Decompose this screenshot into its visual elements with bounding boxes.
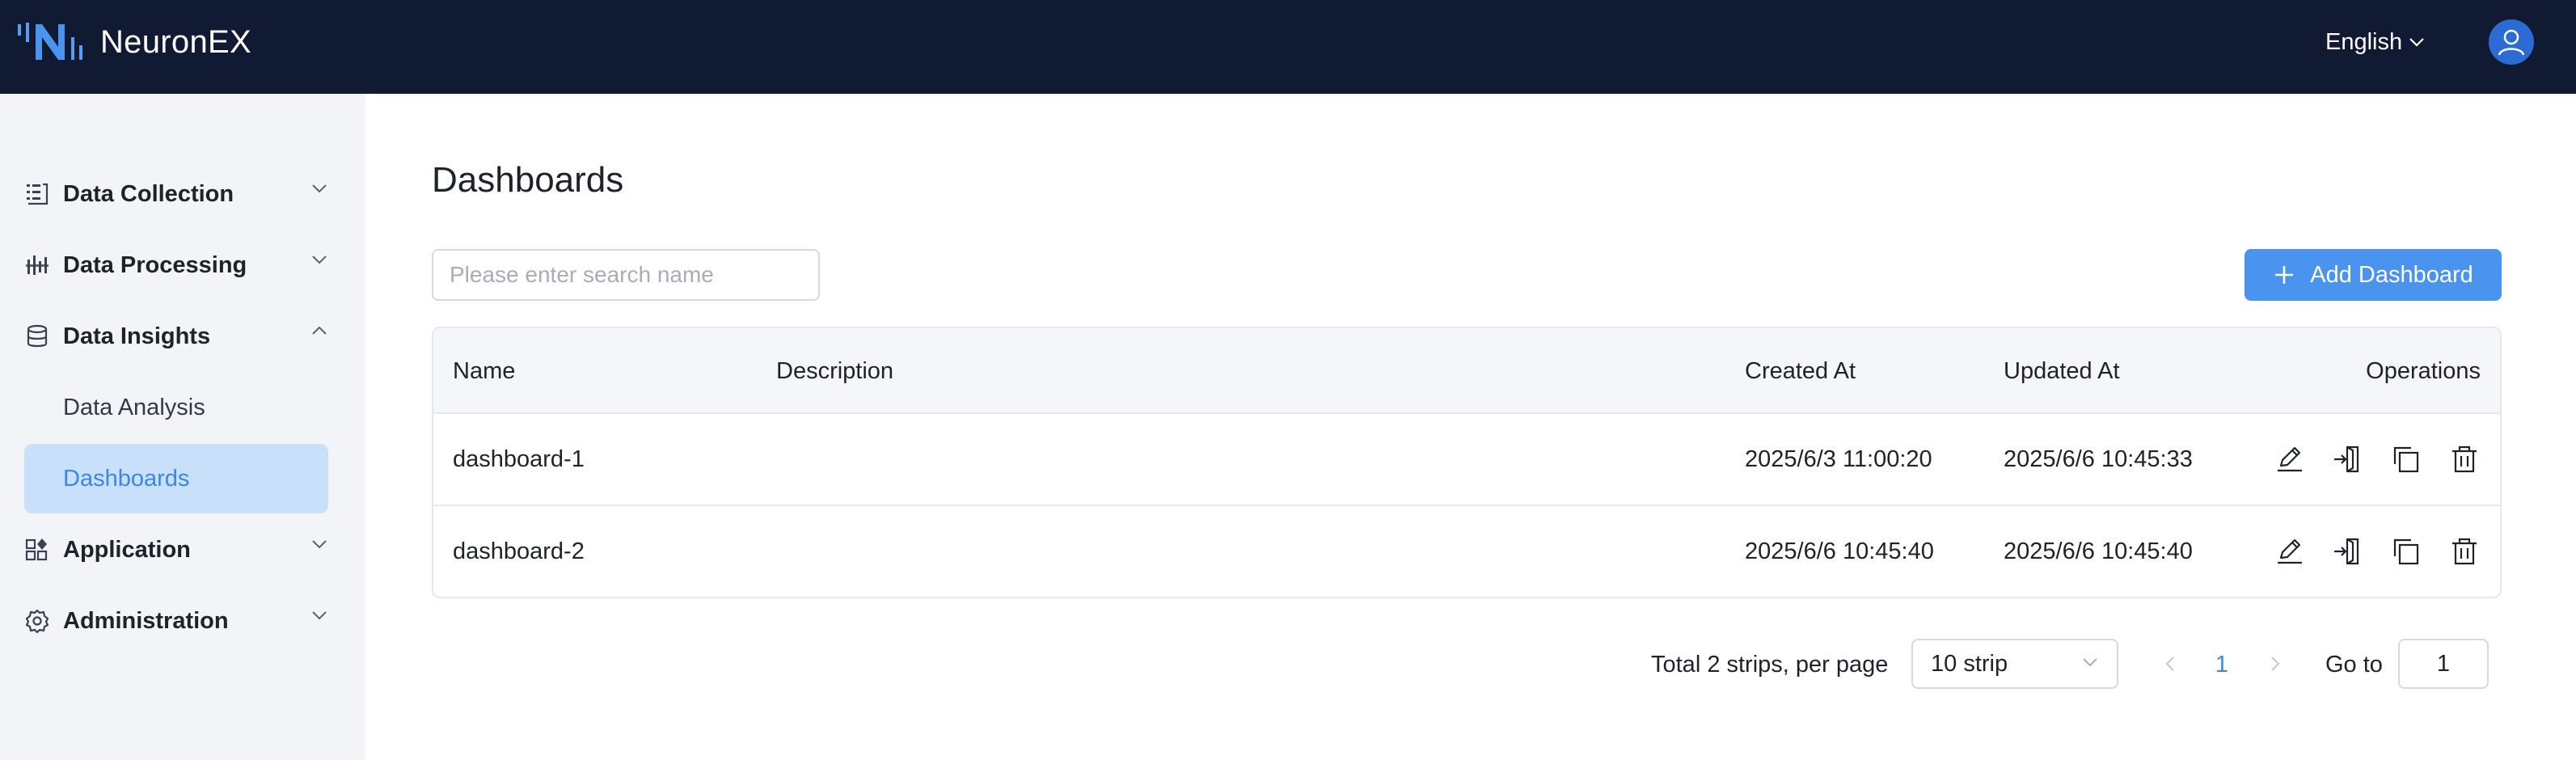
chevron-right-icon [2271,657,2280,671]
column-header-created-at: Created At [1745,357,1856,384]
page-size-value: 10 strip [1931,650,2008,677]
cell-updated-at: 2025/6/6 10:45:33 [2004,445,2193,472]
table-header: Name Description Created At Updated At O… [433,328,2500,414]
sidebar-item-dashboards[interactable]: Dashboards [24,444,328,513]
logo[interactable]: NeuronEX [16,21,251,63]
column-header-description: Description [776,357,894,384]
user-icon [2498,29,2525,56]
cell-name: dashboard-2 [453,538,585,564]
cell-created-at: 2025/6/6 10:45:40 [1745,538,1934,564]
sidebar-item-application[interactable]: Application [24,517,328,582]
chevron-left-icon [2165,657,2174,671]
prev-page-button[interactable] [2154,647,2186,681]
import-icon[interactable] [2332,443,2364,475]
page-title: Dashboards [432,160,624,200]
dashboards-table: Name Description Created At Updated At O… [432,327,2502,598]
sidebar-item-label: Data Collection [63,180,234,207]
table-row: dashboard-2 2025/6/6 10:45:40 2025/6/6 1… [433,506,2500,597]
brand-name: NeuronEX [100,23,251,60]
language-label: English [2325,28,2403,55]
row-operations [2274,506,2481,597]
add-dashboard-label: Add Dashboard [2310,261,2473,288]
cell-name: dashboard-1 [453,445,585,472]
row-operations [2274,414,2481,505]
table-row: dashboard-1 2025/6/3 11:00:20 2025/6/6 1… [433,414,2500,506]
chevron-down-icon [312,184,327,193]
sidebar-item-data-insights[interactable]: Data Insights [24,304,328,369]
data-processing-icon [24,252,50,278]
data-collection-icon [24,181,50,207]
database-icon [24,323,50,349]
pagination-total: Total 2 strips, per page [1651,651,1889,678]
column-header-name: Name [453,357,516,384]
chevron-down-icon [312,255,327,264]
sidebar-item-label: Data Insights [63,323,211,349]
plus-icon [2273,264,2295,286]
copy-icon[interactable] [2390,443,2422,475]
goto-label: Go to [2325,651,2383,678]
neuronex-logo-icon [18,23,82,60]
sidebar-item-label: Data Processing [63,251,247,278]
delete-icon[interactable] [2448,443,2481,475]
sidebar-item-label: Administration [63,607,229,634]
sidebar-item-label: Application [63,536,191,563]
edit-icon[interactable] [2274,535,2306,568]
edit-icon[interactable] [2274,443,2306,475]
chevron-down-icon [312,611,327,620]
column-header-operations: Operations [2366,357,2481,384]
chevron-down-icon [2083,658,2097,667]
delete-icon[interactable] [2448,535,2481,568]
sidebar-item-administration[interactable]: Administration [24,589,328,653]
top-bar: NeuronEX English [0,0,2576,94]
goto-page-input[interactable] [2398,639,2489,689]
user-avatar[interactable] [2489,19,2534,65]
copy-icon[interactable] [2390,535,2422,568]
add-dashboard-button[interactable]: Add Dashboard [2244,249,2502,301]
next-page-button[interactable] [2259,647,2291,681]
sidebar-item-data-analysis[interactable]: Data Analysis [24,373,328,442]
application-icon [24,537,50,563]
column-header-updated-at: Updated At [2004,357,2120,384]
page-number-current[interactable]: 1 [2206,640,2238,689]
gear-icon [24,608,50,634]
chevron-down-icon [2409,38,2424,47]
cell-created-at: 2025/6/3 11:00:20 [1745,445,1932,472]
chevron-up-icon [312,326,327,335]
import-icon[interactable] [2332,535,2364,568]
sidebar-item-data-collection[interactable]: Data Collection [24,162,328,226]
cell-updated-at: 2025/6/6 10:45:40 [2004,538,2193,564]
search-input[interactable] [432,249,820,301]
chevron-down-icon [312,540,327,549]
page-size-select[interactable]: 10 strip [1911,639,2118,689]
sidebar-item-data-processing[interactable]: Data Processing [24,233,328,298]
language-selector[interactable]: English [2325,24,2425,60]
sidebar: Data Collection Data Processing Data Ins… [0,94,365,760]
